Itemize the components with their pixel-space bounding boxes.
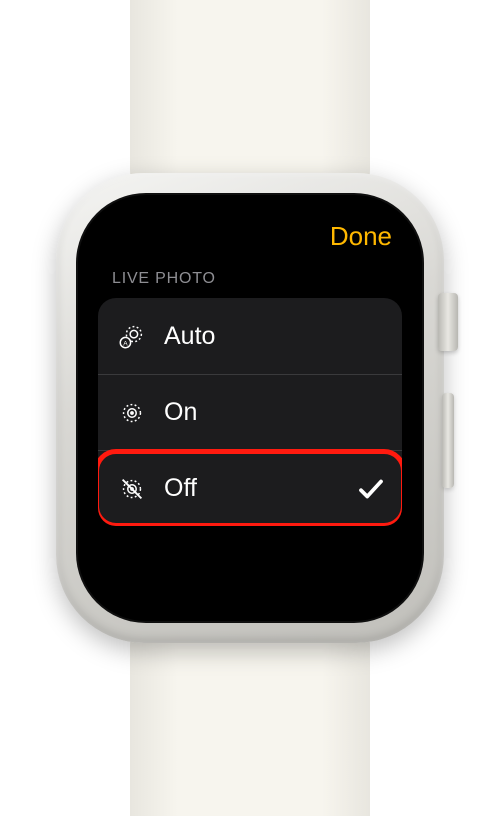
checkmark-icon	[356, 474, 386, 504]
live-photo-auto-icon: A	[114, 318, 150, 354]
done-button[interactable]: Done	[330, 221, 392, 252]
watch-screen: Done LIVE PHOTO A Auto	[76, 193, 424, 623]
option-label: On	[164, 398, 386, 427]
watch-band-top	[130, 0, 370, 200]
digital-crown[interactable]	[438, 293, 458, 351]
header-bar: Done	[98, 221, 402, 252]
section-title-live-photo: LIVE PHOTO	[98, 268, 402, 298]
option-label: Off	[164, 474, 356, 503]
watch-case: Done LIVE PHOTO A Auto	[56, 173, 444, 643]
live-photo-on-icon	[114, 395, 150, 431]
watch-band-bottom	[130, 616, 370, 816]
live-photo-off-icon	[114, 471, 150, 507]
live-photo-options-list: A Auto On	[98, 298, 402, 526]
svg-text:A: A	[123, 340, 128, 347]
side-button[interactable]	[442, 393, 454, 488]
option-auto[interactable]: A Auto	[98, 298, 402, 374]
option-off[interactable]: Off	[98, 450, 402, 526]
option-on[interactable]: On	[98, 374, 402, 450]
option-label: Auto	[164, 322, 386, 351]
